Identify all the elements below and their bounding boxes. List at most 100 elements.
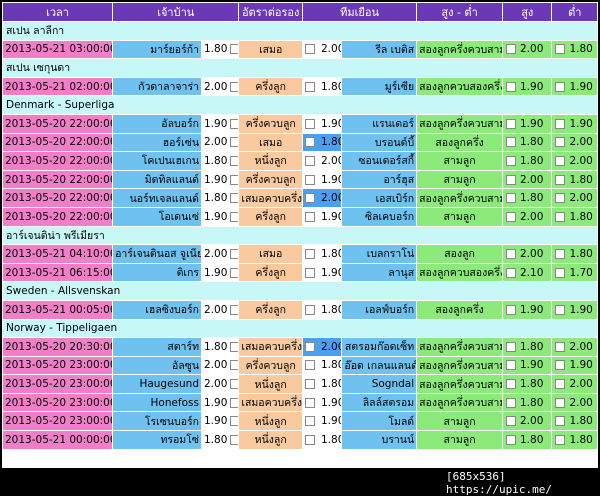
under-bet-checkbox[interactable] xyxy=(555,155,566,166)
over-bet-checkbox[interactable] xyxy=(506,360,516,371)
home-odds: 1.90 xyxy=(204,173,228,186)
match-row: 2013-05-21 04:10:00 อาร์เจนตินอส จูเนียร์… xyxy=(3,245,597,263)
handicap: หนึ่งลูก xyxy=(239,152,302,170)
match-time: 2013-05-20 23:00:00 xyxy=(3,375,113,393)
home-bet-checkbox[interactable] xyxy=(230,379,239,390)
over-bet-checkbox[interactable] xyxy=(506,248,516,259)
home-bet-checkbox[interactable] xyxy=(230,81,239,92)
under-bet-checkbox[interactable] xyxy=(555,304,566,315)
over-bet-checkbox[interactable] xyxy=(506,416,516,427)
home-bet-checkbox[interactable] xyxy=(230,416,239,427)
under-odds: 1.70 xyxy=(569,266,593,279)
away-bet-checkbox[interactable] xyxy=(305,304,315,315)
over-bet-checkbox[interactable] xyxy=(506,211,516,222)
away-bet-checkbox[interactable] xyxy=(305,118,315,129)
col-over-under: สูง - ต่ำ xyxy=(417,3,502,21)
away-bet-checkbox[interactable] xyxy=(305,81,315,92)
under-bet-checkbox[interactable] xyxy=(555,211,566,222)
away-odds-cell: 2.00 xyxy=(303,152,342,170)
away-bet-checkbox[interactable] xyxy=(305,211,315,222)
over-under-line: สองลูกครึ่งควบสาม xyxy=(417,356,502,375)
away-bet-checkbox[interactable] xyxy=(305,193,315,204)
away-bet-checkbox[interactable] xyxy=(305,434,315,445)
home-bet-checkbox[interactable] xyxy=(230,174,239,185)
away-odds: 1.80 xyxy=(321,303,342,316)
away-bet-checkbox[interactable] xyxy=(305,174,315,185)
under-bet-checkbox[interactable] xyxy=(555,193,566,204)
away-bet-checkbox[interactable] xyxy=(305,397,315,408)
under-bet-checkbox[interactable] xyxy=(555,137,566,148)
under-bet-checkbox[interactable] xyxy=(555,174,566,185)
home-bet-checkbox[interactable] xyxy=(230,118,239,129)
away-odds: 2.00 xyxy=(321,154,342,167)
under-bet-checkbox[interactable] xyxy=(555,81,566,92)
away-bet-checkbox[interactable] xyxy=(305,379,315,390)
home-odds-cell: 1.90 xyxy=(202,412,239,431)
over-odds: 2.00 xyxy=(520,415,544,428)
away-odds-cell: 1.90 xyxy=(303,207,342,226)
home-odds-cell: 1.90 xyxy=(202,393,239,412)
home-bet-checkbox[interactable] xyxy=(230,193,239,204)
under-bet-checkbox[interactable] xyxy=(555,341,566,352)
match-row: 2013-05-21 06:15:00 ติเกร 1.90 ครึ่งลูก 1.90… xyxy=(3,263,597,282)
over-bet-checkbox[interactable] xyxy=(506,174,516,185)
over-bet-checkbox[interactable] xyxy=(506,118,516,129)
under-bet-checkbox[interactable] xyxy=(555,416,566,427)
over-bet-checkbox[interactable] xyxy=(506,155,516,166)
match-time: 2013-05-20 23:00:00 xyxy=(3,356,113,375)
odds-body: สเปน ลาลีกา 2013-05-21 03:00:00 มาร์ยอร์ก้… xyxy=(3,22,597,449)
under-bet-checkbox[interactable] xyxy=(555,379,566,390)
over-bet-checkbox[interactable] xyxy=(506,81,516,92)
under-bet-checkbox[interactable] xyxy=(555,360,566,371)
over-bet-checkbox[interactable] xyxy=(506,44,516,55)
under-bet-checkbox[interactable] xyxy=(555,434,566,445)
under-bet-checkbox[interactable] xyxy=(555,267,566,278)
home-bet-checkbox[interactable] xyxy=(230,434,239,445)
away-bet-checkbox[interactable] xyxy=(305,341,315,352)
home-bet-checkbox[interactable] xyxy=(230,267,239,278)
home-bet-checkbox[interactable] xyxy=(230,360,239,371)
away-odds-cell: 1.80 xyxy=(303,431,342,449)
home-bet-checkbox[interactable] xyxy=(230,304,239,315)
away-bet-checkbox[interactable] xyxy=(305,416,315,427)
away-odds: 1.90 xyxy=(321,266,342,279)
under-bet-checkbox[interactable] xyxy=(555,248,566,259)
over-cell: 1.80 xyxy=(503,133,552,152)
away-bet-checkbox[interactable] xyxy=(305,248,315,259)
away-bet-checkbox[interactable] xyxy=(305,137,315,148)
away-bet-checkbox[interactable] xyxy=(305,44,315,55)
over-bet-checkbox[interactable] xyxy=(506,137,516,148)
league-name: สเปน ลาลีกา xyxy=(3,22,597,40)
under-bet-checkbox[interactable] xyxy=(555,397,566,408)
home-bet-checkbox[interactable] xyxy=(230,341,239,352)
home-bet-checkbox[interactable] xyxy=(230,211,239,222)
under-cell: 1.90 xyxy=(552,300,597,319)
home-bet-checkbox[interactable] xyxy=(230,248,239,259)
under-bet-checkbox[interactable] xyxy=(555,44,566,55)
home-bet-checkbox[interactable] xyxy=(230,155,239,166)
over-bet-checkbox[interactable] xyxy=(506,434,516,445)
match-row: 2013-05-20 22:00:00 มิดทิลแลนด์ 1.90 ครึ่งค… xyxy=(3,170,597,189)
home-bet-checkbox[interactable] xyxy=(230,44,239,55)
match-time: 2013-05-21 00:05:00 xyxy=(3,300,113,319)
under-cell: 1.70 xyxy=(552,263,597,282)
over-bet-checkbox[interactable] xyxy=(506,341,516,352)
over-bet-checkbox[interactable] xyxy=(506,397,516,408)
over-odds: 1.80 xyxy=(520,378,544,391)
home-team: โอเดนเซ่ xyxy=(113,207,201,226)
under-odds: 2.00 xyxy=(569,136,593,149)
over-bet-checkbox[interactable] xyxy=(506,193,516,204)
home-bet-checkbox[interactable] xyxy=(230,137,239,148)
over-bet-checkbox[interactable] xyxy=(506,379,516,390)
over-bet-checkbox[interactable] xyxy=(506,267,516,278)
under-bet-checkbox[interactable] xyxy=(555,118,566,129)
over-under-line: สองลูกควบสองครึ่ง xyxy=(417,263,502,282)
handicap: ครึ่งลูก xyxy=(239,300,302,319)
over-bet-checkbox[interactable] xyxy=(506,304,516,315)
home-bet-checkbox[interactable] xyxy=(230,397,239,408)
away-bet-checkbox[interactable] xyxy=(305,360,315,371)
away-bet-checkbox[interactable] xyxy=(305,267,315,278)
away-bet-checkbox[interactable] xyxy=(305,155,315,166)
away-odds: 1.80 xyxy=(321,433,342,446)
over-cell: 2.00 xyxy=(503,40,552,59)
